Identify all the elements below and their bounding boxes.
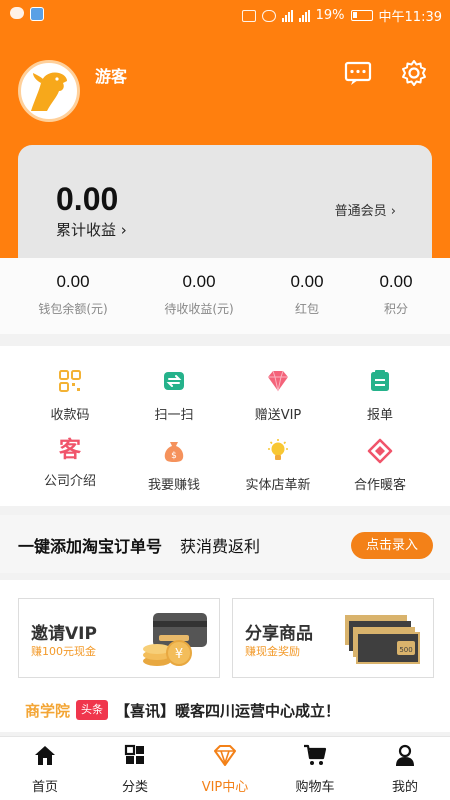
grid-item-label: 收款码 — [50, 408, 90, 423]
stat-label: 待收收益(元) — [164, 302, 234, 316]
battery-icon — [350, 10, 373, 21]
scan-icon — [164, 372, 184, 390]
tab-label: 购物车 — [295, 780, 335, 795]
user-icon — [396, 744, 414, 766]
partner-icon — [367, 438, 393, 464]
svg-text:$: $ — [171, 451, 177, 461]
tab-label: VIP中心 — [201, 780, 249, 795]
headline-badge: 头条 — [76, 700, 108, 720]
card-coins-icon: ¥ — [143, 613, 207, 666]
grid-item-label: 我要赚钱 — [147, 478, 200, 493]
tab-home[interactable]: 首页 — [0, 743, 90, 795]
money-bag-icon: $ — [164, 442, 184, 462]
promo-subtitle: 赚100元现金 — [31, 645, 96, 658]
grid-item-earn-money[interactable]: $ 我要赚钱 — [118, 438, 230, 493]
promo-subtitle: 赚现金奖励 — [245, 645, 300, 658]
total-earnings-label: 累计收益 — [56, 221, 117, 239]
grid-item-label: 实体店革新 — [245, 478, 311, 493]
promo-title: 邀请VIP — [31, 624, 97, 644]
balance-stats: 0.00 钱包余额(元) 0.00 待收收益(元) 0.00 红包 0.00 积… — [0, 258, 450, 334]
status-bar: 19% 中午11:39 — [0, 0, 450, 30]
tab-label: 我的 — [391, 780, 418, 795]
member-level-link[interactable]: 普通会员 › — [335, 200, 396, 219]
stat-pending-earnings[interactable]: 0.00 待收收益(元) — [144, 272, 254, 317]
stat-label: 积分 — [383, 302, 408, 316]
promo-title: 分享商品 — [245, 624, 313, 644]
grid-item-payment-code[interactable]: 收款码 — [14, 368, 126, 423]
business-school-label: 商学院 — [25, 702, 71, 720]
wifi-signal-icon — [281, 9, 293, 22]
horse-logo-icon — [31, 72, 67, 111]
category-icon — [124, 744, 144, 764]
tab-vip-center[interactable]: VIP中心 — [180, 743, 270, 795]
grid-item-label: 合作暖客 — [353, 478, 406, 493]
news-ticker[interactable]: 商学院 头条 【喜讯】暖客四川运营中心成立！ — [0, 696, 450, 726]
grid-item-label: 扫一扫 — [154, 408, 194, 423]
stat-label: 钱包余额(元) — [38, 302, 108, 316]
grid-item-partner[interactable]: 合作暖客 — [324, 438, 436, 493]
cash-stack-icon: 500 — [345, 615, 420, 664]
avatar[interactable] — [18, 60, 80, 122]
tab-cart[interactable]: 购物车 — [270, 743, 360, 795]
svg-text:500: 500 — [399, 646, 412, 654]
feature-grid: 收款码 扫一扫 赠送VIP 报单 客 公司介绍 $ 我要赚钱 实体店革新 合作暖… — [0, 346, 450, 506]
grid-item-scan[interactable]: 扫一扫 — [118, 368, 230, 423]
tab-label: 首页 — [31, 780, 58, 795]
report-icon — [371, 370, 389, 391]
grid-item-label: 报单 — [366, 408, 393, 423]
alarm-icon — [261, 9, 276, 22]
grid-item-report[interactable]: 报单 — [324, 368, 436, 423]
grid-item-label: 赠送VIP — [254, 408, 302, 423]
settings-gear-icon[interactable] — [399, 58, 429, 88]
grid-item-label: 公司介绍 — [43, 474, 96, 489]
tab-label: 分类 — [121, 780, 148, 795]
bottom-tab-bar: 首页 分类 VIP中心 购物车 我的 — [0, 736, 450, 800]
cell-signal-icon — [298, 9, 310, 22]
chat-notification-icon — [10, 7, 24, 19]
banner-subtitle: 获消费返利 — [180, 537, 261, 556]
username[interactable]: 游客 — [95, 63, 127, 87]
company-icon: 客 — [58, 438, 81, 463]
chevron-right-icon: › — [116, 221, 127, 239]
diamond-icon — [268, 370, 288, 392]
stat-value: 0.00 — [56, 272, 90, 291]
member-level-label: 普通会员 — [334, 204, 387, 219]
total-earnings-link[interactable]: 累计收益 › — [56, 219, 127, 240]
grid-item-company-intro[interactable]: 客 公司介绍 — [14, 438, 126, 489]
promo-section: 邀请VIP 赚100元现金 ¥ 分享商品 赚现金奖励 500 商学院 头条 【喜… — [0, 580, 450, 732]
chevron-right-icon: › — [386, 204, 396, 219]
news-headline: 【喜讯】暖客四川运营中心成立！ — [115, 702, 341, 720]
vip-diamond-icon — [214, 745, 236, 766]
grid-item-store-innovation[interactable]: 实体店革新 — [222, 438, 334, 493]
stat-value: 0.00 — [182, 272, 216, 291]
vibrate-icon — [241, 9, 256, 22]
invite-vip-card[interactable]: 邀请VIP 赚100元现金 ¥ — [18, 598, 220, 678]
grid-item-gift-vip[interactable]: 赠送VIP — [222, 368, 334, 423]
share-product-card[interactable]: 分享商品 赚现金奖励 500 — [232, 598, 434, 678]
clock: 中午11:39 — [378, 10, 442, 25]
svg-text:¥: ¥ — [175, 647, 183, 662]
message-icon[interactable] — [343, 58, 373, 88]
home-icon — [35, 746, 55, 765]
stat-value: 0.00 — [379, 272, 413, 291]
enter-order-button[interactable]: 点击录入 — [351, 532, 433, 559]
stat-wallet-balance[interactable]: 0.00 钱包余额(元) — [18, 272, 128, 317]
qr-code-icon — [59, 370, 81, 392]
tab-mine[interactable]: 我的 — [360, 743, 450, 795]
lightbulb-icon — [268, 439, 288, 460]
stat-points[interactable]: 0.00 积分 — [341, 272, 450, 317]
battery-percent: 19% — [315, 8, 345, 23]
banner-title: 一键添加淘宝订单号 — [18, 537, 163, 556]
tab-category[interactable]: 分类 — [90, 743, 180, 795]
total-earnings-amount: 0.00 — [56, 181, 119, 217]
cart-icon — [304, 744, 327, 765]
app-notification-icon — [30, 7, 44, 21]
taobao-order-banner: 一键添加淘宝订单号 获消费返利 点击录入 — [0, 515, 450, 573]
